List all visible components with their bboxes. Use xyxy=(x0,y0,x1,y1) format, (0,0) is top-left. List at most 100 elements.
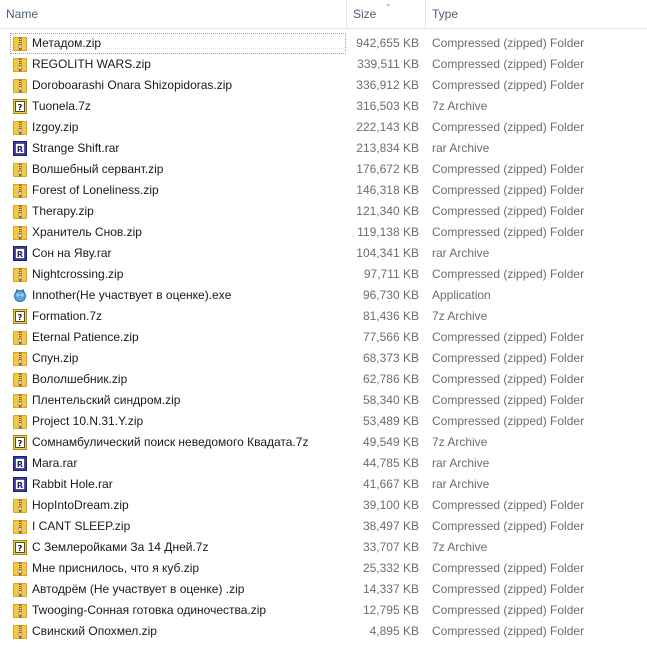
file-type: Application xyxy=(432,288,491,302)
file-name: Innother(Не участвует в оценке).exe xyxy=(32,288,232,302)
file-row[interactable]: ? Tuonela.7z 316,503 KB 7z Archive xyxy=(0,96,647,117)
file-size: 62,786 KB xyxy=(362,372,419,386)
file-size: 14,337 KB xyxy=(362,582,419,596)
zip-folder-icon xyxy=(13,120,27,135)
file-row[interactable]: ? Сомнамбулический поиск неведомого Квада… xyxy=(0,432,647,453)
file-row[interactable]: Therapy.zip 121,340 KB Compressed (zipped)… xyxy=(0,201,647,222)
file-size: 339,511 KB xyxy=(357,57,419,71)
file-name: Eternal Patience.zip xyxy=(32,330,139,344)
file-row[interactable]: Eternal Patience.zip 77,566 KB Compressed … xyxy=(0,327,647,348)
file-name-cell[interactable]: ? Сомнамбулический поиск неведомого Квада… xyxy=(10,432,346,453)
file-name-cell[interactable]: Eternal Patience.zip xyxy=(10,327,346,348)
file-row[interactable]: Спун.zip 68,373 KB Compressed (zipped) Fol… xyxy=(0,348,647,369)
file-name: Formation.7z xyxy=(32,309,103,323)
file-name-cell[interactable]: Doroboarashi Onara Shizopidoras.zip xyxy=(10,75,346,96)
file-name-cell[interactable]: Автодрём (Не участвует в оценке) .zip xyxy=(10,579,346,600)
file-name-cell[interactable]: Вололшебник.zip xyxy=(10,369,346,390)
file-row[interactable]: Doroboarashi Onara Shizopidoras.zip 336,9… xyxy=(0,75,647,96)
file-row[interactable]: Twooging-Сонная готовка одиночества.zip 1… xyxy=(0,600,647,621)
svg-text:?: ? xyxy=(18,313,23,322)
file-size: 146,318 KB xyxy=(356,183,419,197)
column-header-name[interactable]: Name xyxy=(0,0,346,28)
file-name: Свинский Опохмел.zip xyxy=(32,624,157,638)
file-name: Вололшебник.zip xyxy=(32,372,128,386)
file-row[interactable]: Nightcrossing.zip 97,711 KB Compressed (zi… xyxy=(0,264,647,285)
file-name-cell[interactable]: Плентельский синдром.zip xyxy=(10,390,346,411)
file-type: Compressed (zipped) Folder xyxy=(432,162,585,176)
file-row[interactable]: Project 10.N.31.Y.zip 53,489 KB Compressed… xyxy=(0,411,647,432)
file-name: Forest of Loneliness.zip xyxy=(32,183,159,197)
file-name-cell[interactable]: HopIntoDream.zip xyxy=(10,495,346,516)
file-name-cell[interactable]: I CANT SLEEP.zip xyxy=(10,516,346,537)
file-name-cell[interactable]: R Mara.rar xyxy=(10,453,346,474)
file-name-cell[interactable]: Свинский Опохмел.zip xyxy=(10,621,346,642)
file-type: Compressed (zipped) Folder xyxy=(432,393,585,407)
column-header-type[interactable]: Type xyxy=(426,0,647,28)
file-row[interactable]: ? С Землеройками За 14 Дней.7z 33,707 KB 7z… xyxy=(0,537,647,558)
file-row[interactable]: R Mara.rar 44,785 KB rar Archive xyxy=(0,453,647,474)
file-row[interactable]: R Strange Shift.rar 213,834 KB rar Archive xyxy=(0,138,647,159)
file-name-cell[interactable]: Twooging-Сонная готовка одиночества.zip xyxy=(10,600,346,621)
file-row[interactable]: Волшебный сервант.zip 176,672 KB Compresse… xyxy=(0,159,647,180)
file-name-cell[interactable]: Innother(Не участвует в оценке).exe xyxy=(10,285,346,306)
file-name-cell[interactable]: ? Formation.7z xyxy=(10,306,346,327)
zip-folder-icon xyxy=(13,372,27,387)
file-row[interactable]: Izgoy.zip 222,143 KB Compressed (zipped) F… xyxy=(0,117,647,138)
file-row[interactable]: HopIntoDream.zip 39,100 KB Compressed (zip… xyxy=(0,495,647,516)
file-row[interactable]: Вололшебник.zip 62,786 KB Compressed (zipp… xyxy=(0,369,647,390)
file-size: 97,711 KB xyxy=(363,267,419,281)
file-name: Tuonela.7z xyxy=(32,99,91,113)
file-name-cell[interactable]: REGOLITH WARS.zip xyxy=(10,54,346,75)
file-row[interactable]: Автодрём (Не участвует в оценке) .zip 14,… xyxy=(0,579,647,600)
file-name-cell[interactable]: R Strange Shift.rar xyxy=(10,138,346,159)
file-name-cell[interactable]: Nightcrossing.zip xyxy=(10,264,346,285)
file-type: Compressed (zipped) Folder xyxy=(432,603,585,617)
file-name-cell[interactable]: ? Tuonela.7z xyxy=(10,96,346,117)
file-size: 316,503 KB xyxy=(356,99,419,113)
file-row[interactable]: ? Formation.7z 81,436 KB 7z Archive xyxy=(0,306,647,327)
file-name: Метадом.zip xyxy=(32,36,102,50)
file-name-cell[interactable]: Волшебный сервант.zip xyxy=(10,159,346,180)
zip-folder-icon xyxy=(13,330,27,345)
file-row[interactable]: Мне приснилось, что я куб.zip 25,332 KB Co… xyxy=(0,558,647,579)
zip-folder-icon xyxy=(13,393,27,408)
file-name-cell[interactable]: Therapy.zip xyxy=(10,201,346,222)
file-row[interactable]: Плентельский синдром.zip 58,340 KB Compres… xyxy=(0,390,647,411)
zip-folder-icon xyxy=(13,582,27,597)
file-type: 7z Archive xyxy=(432,99,488,113)
file-row[interactable]: R Сон на Яву.rar 104,341 KB rar Archive xyxy=(0,243,647,264)
svg-text:?: ? xyxy=(18,544,23,553)
file-size: 25,332 KB xyxy=(362,561,419,575)
file-name-cell[interactable]: Спун.zip xyxy=(10,348,346,369)
file-row[interactable]: REGOLITH WARS.zip 339,511 KB Compressed (z… xyxy=(0,54,647,75)
svg-text:R: R xyxy=(17,460,23,469)
file-size: 41,667 KB xyxy=(362,477,419,491)
file-name-cell[interactable]: Метадом.zip xyxy=(10,33,346,54)
file-row[interactable]: Свинский Опохмел.zip 4,895 KB Compressed (… xyxy=(0,621,647,642)
file-type: Compressed (zipped) Folder xyxy=(432,351,585,365)
file-name-cell[interactable]: Forest of Loneliness.zip xyxy=(10,180,346,201)
file-type: Compressed (zipped) Folder xyxy=(432,57,585,71)
file-name: Плентельский синдром.zip xyxy=(32,393,181,407)
file-row[interactable]: I CANT SLEEP.zip 38,497 KB Compressed (zip… xyxy=(0,516,647,537)
file-name-cell[interactable]: R Rabbit Hole.rar xyxy=(10,474,346,495)
file-row[interactable]: Хранитель Снов.zip 119,138 KB Compressed (… xyxy=(0,222,647,243)
file-name-cell[interactable]: R Сон на Яву.rar xyxy=(10,243,346,264)
file-name-cell[interactable]: ? С Землеройками За 14 Дней.7z xyxy=(10,537,346,558)
file-name: Автодрём (Не участвует в оценке) .zip xyxy=(32,582,245,596)
file-row[interactable]: Метадом.zip 942,655 KB Compressed (zipped)… xyxy=(0,33,647,54)
file-row[interactable]: Innother(Не участвует в оценке).exe 96,73… xyxy=(0,285,647,306)
zip-folder-icon xyxy=(13,519,27,534)
file-size: 33,707 KB xyxy=(362,540,419,554)
file-name-cell[interactable]: Мне приснилось, что я куб.zip xyxy=(10,558,346,579)
sort-descending-icon: ⌄ xyxy=(385,0,392,8)
file-type: Compressed (zipped) Folder xyxy=(432,330,585,344)
file-row[interactable]: Forest of Loneliness.zip 146,318 KB Compre… xyxy=(0,180,647,201)
rar-archive-icon: R xyxy=(13,141,27,156)
file-row[interactable]: R Rabbit Hole.rar 41,667 KB rar Archive xyxy=(0,474,647,495)
file-name-cell[interactable]: Project 10.N.31.Y.zip xyxy=(10,411,346,432)
file-size: 49,549 KB xyxy=(362,435,419,449)
zip-folder-icon xyxy=(13,603,27,618)
file-name-cell[interactable]: Хранитель Снов.zip xyxy=(10,222,346,243)
file-name-cell[interactable]: Izgoy.zip xyxy=(10,117,346,138)
